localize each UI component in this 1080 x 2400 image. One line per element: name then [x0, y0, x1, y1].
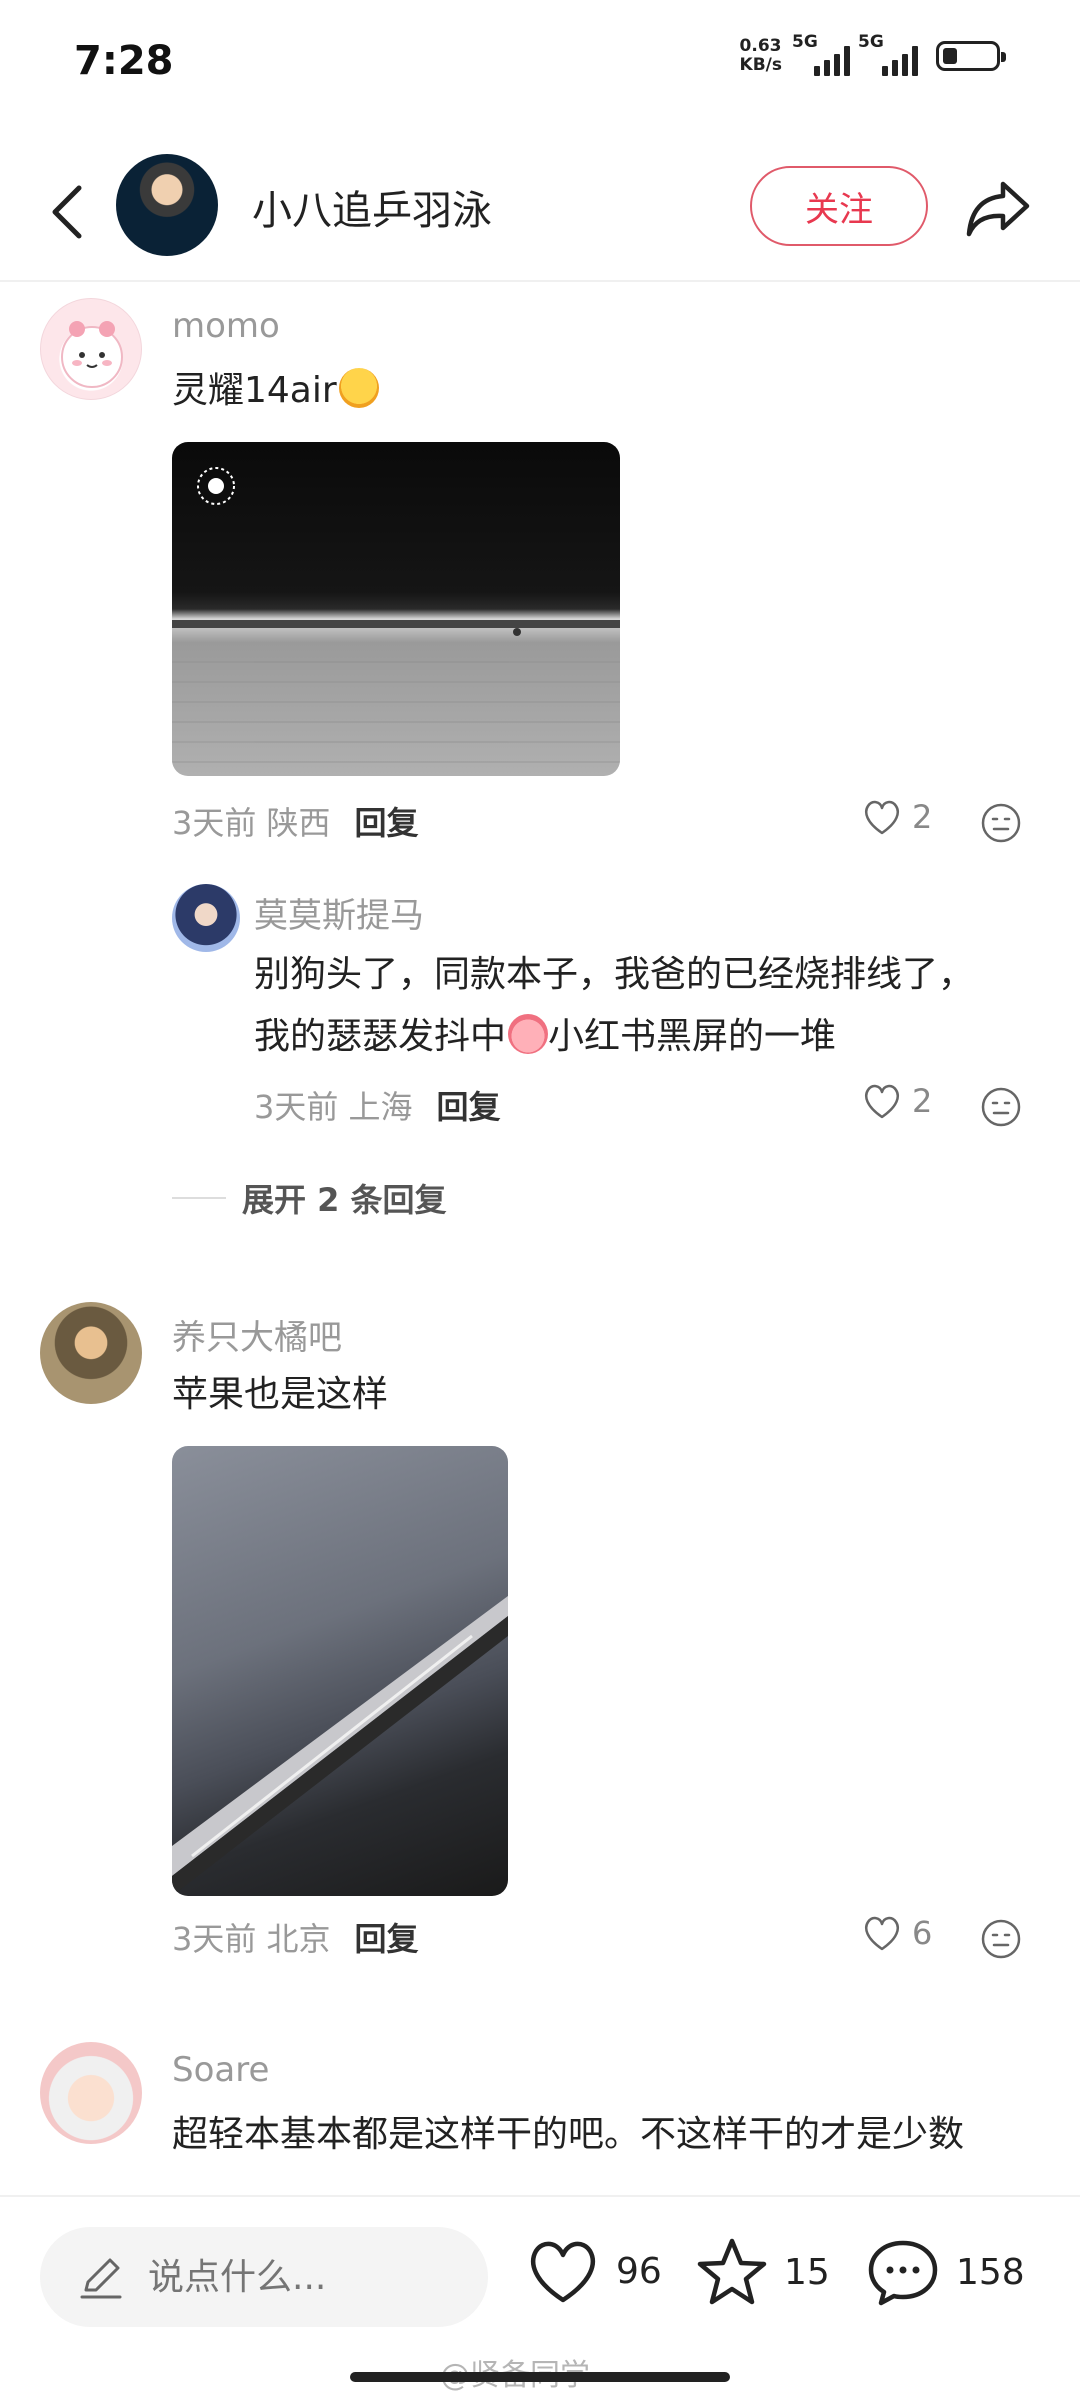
- likes-count: 96: [616, 2250, 662, 2292]
- reply-time-location: 3天前 上海: [254, 1088, 413, 1126]
- net-speed: 0.63 KB/s: [740, 37, 782, 75]
- emoji-react-icon[interactable]: [980, 1918, 1022, 1960]
- reply-text-line: 别狗头了，同款本子，我爸的已经烧排线了，: [254, 954, 975, 995]
- emoji-react-icon[interactable]: [980, 1086, 1022, 1128]
- signal-label: 5G: [792, 32, 818, 52]
- battery-icon: [936, 41, 1006, 71]
- expand-replies-button[interactable]: 展开 2 条回复: [172, 1175, 447, 1221]
- replier-name[interactable]: 莫莫斯提马: [254, 888, 424, 937]
- like-button[interactable]: 6: [862, 1914, 932, 1952]
- follow-button[interactable]: 关注: [750, 166, 928, 246]
- divider: [172, 1197, 226, 1199]
- commenter-avatar[interactable]: [40, 1302, 142, 1404]
- collect-post-button[interactable]: 15: [696, 2237, 830, 2307]
- comment-text: 超轻本基本都是这样干的吧。不这样干的才是少数: [172, 2114, 965, 2155]
- comment-meta: 3天前 陕西 回复: [172, 798, 419, 844]
- net-speed-unit: KB/s: [739, 55, 782, 75]
- like-post-button[interactable]: 96: [526, 2237, 662, 2305]
- comment-time-location: 3天前 北京: [172, 1920, 331, 1958]
- author-avatar[interactable]: [116, 154, 218, 256]
- status-time: 7:28: [74, 38, 174, 84]
- commenter-name[interactable]: 养只大橘吧: [172, 1310, 342, 1359]
- share-icon[interactable]: [960, 170, 1036, 246]
- comment-text: 苹果也是这样: [172, 1374, 389, 1415]
- reply-text-part: 小红书黑屏的一堆: [548, 1016, 837, 1057]
- comments-count: 158: [956, 2251, 1025, 2293]
- comment-input-field[interactable]: [148, 2256, 448, 2298]
- comment-image[interactable]: [172, 442, 620, 776]
- net-speed-value: 0.63: [739, 36, 782, 56]
- heart-icon: [530, 2241, 596, 2303]
- heart-icon: [865, 800, 899, 835]
- like-button[interactable]: 2: [862, 798, 932, 836]
- like-count: 2: [912, 798, 933, 836]
- status-bar: 7:28 0.63 KB/s 5G 5G: [0, 0, 1080, 120]
- comment-text-content: 灵耀14air: [172, 370, 337, 411]
- commenter-avatar[interactable]: [40, 298, 142, 400]
- status-indicators: 0.63 KB/s 5G 5G: [740, 32, 1006, 76]
- comment-input[interactable]: [40, 2227, 488, 2327]
- commenter-name[interactable]: Soare: [172, 2050, 269, 2090]
- signal-icon: 5G: [858, 32, 918, 76]
- commenter-name[interactable]: momo: [172, 306, 280, 346]
- back-icon[interactable]: [36, 172, 96, 252]
- signal-icon: 5G: [792, 32, 850, 76]
- comment-meta: 3天前 北京 回复: [172, 1914, 419, 1960]
- like-count: 6: [912, 1914, 933, 1952]
- reply-meta: 3天前 上海 回复: [254, 1082, 501, 1128]
- emoji-react-icon[interactable]: [980, 802, 1022, 844]
- reply-text-line: 我的瑟瑟发抖中 小红书黑屏的一堆: [254, 1006, 974, 1068]
- like-button[interactable]: 2: [862, 1082, 932, 1120]
- comment-image[interactable]: [172, 1446, 508, 1896]
- reply-button[interactable]: 回复: [437, 1082, 501, 1128]
- reply-text: 别狗头了，同款本子，我爸的已经烧排线了， 我的瑟瑟发抖中 小红书黑屏的一堆: [254, 944, 974, 1068]
- like-count: 2: [912, 1082, 933, 1120]
- comment-text: 灵耀14air: [172, 360, 379, 422]
- comments-button[interactable]: 158: [866, 2237, 1025, 2307]
- author-name[interactable]: 小八追乒羽泳: [252, 178, 492, 236]
- heart-icon: [865, 1084, 899, 1119]
- chat-bubble-icon: [868, 2240, 938, 2306]
- reply-button[interactable]: 回复: [355, 1914, 419, 1960]
- reply-text-part: 我的瑟瑟发抖中: [254, 1016, 507, 1057]
- replier-avatar[interactable]: [172, 884, 240, 952]
- heart-icon: [865, 1916, 899, 1951]
- commenter-avatar[interactable]: [40, 2042, 142, 2144]
- comment-time-location: 3天前 陕西: [172, 804, 331, 842]
- crying-emoji-icon: [508, 1014, 549, 1054]
- collects-count: 15: [784, 2251, 830, 2293]
- post-header: 小八追乒羽泳 关注: [0, 140, 1080, 282]
- expand-replies-label: 展开 2 条回复: [242, 1181, 447, 1219]
- home-indicator[interactable]: [350, 2372, 730, 2382]
- star-icon: [697, 2238, 767, 2305]
- pencil-icon: [80, 2258, 122, 2299]
- reply-button[interactable]: 回复: [355, 798, 419, 844]
- emoji-icon: [338, 368, 379, 408]
- signal-label: 5G: [858, 32, 884, 52]
